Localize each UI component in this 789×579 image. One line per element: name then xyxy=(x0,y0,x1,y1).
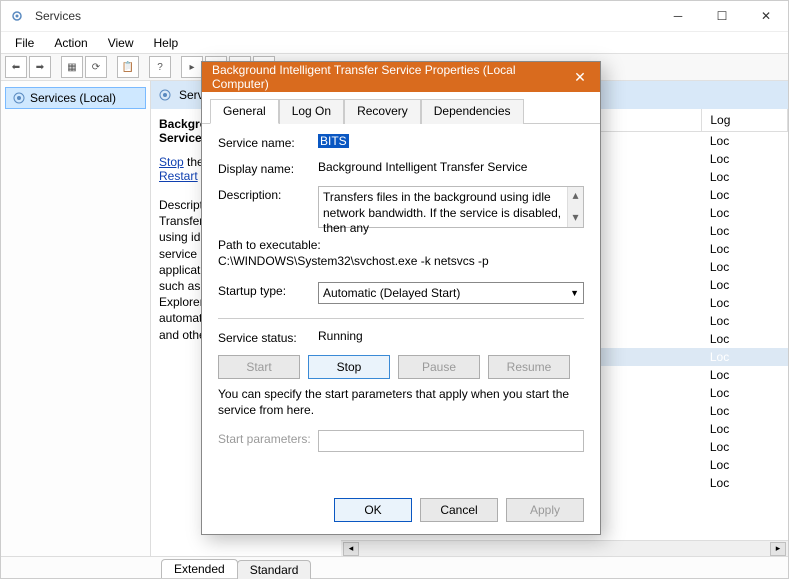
cell-log: Loc xyxy=(702,456,788,474)
scroll-left-icon[interactable]: ◂ xyxy=(343,542,359,556)
status-label: Service status: xyxy=(218,329,318,345)
stop-link[interactable]: Stop xyxy=(159,155,184,169)
window-title: Services xyxy=(25,9,656,23)
chevron-down-icon: ▼ xyxy=(570,288,579,298)
tab-general[interactable]: General xyxy=(210,99,279,124)
gear-icon xyxy=(9,8,25,24)
service-name-value: BITS xyxy=(318,134,349,148)
path-value: C:\WINDOWS\System32\svchost.exe -k netsv… xyxy=(218,254,584,268)
dialog-title: Background Intelligent Transfer Service … xyxy=(212,63,560,91)
startup-type-combo[interactable]: Automatic (Delayed Start) ▼ xyxy=(318,282,584,304)
cell-log: Loc xyxy=(702,330,788,348)
col-logon[interactable]: Log xyxy=(702,109,788,132)
nav-item-label: Services (Local) xyxy=(30,91,116,105)
start-button: Start xyxy=(218,355,300,379)
display-name-label: Display name: xyxy=(218,160,318,176)
cell-log: Loc xyxy=(702,366,788,384)
tab-dependencies[interactable]: Dependencies xyxy=(421,99,524,124)
tab-standard[interactable]: Standard xyxy=(237,560,312,579)
resume-button: Resume xyxy=(488,355,570,379)
description-text: Transfers files in the background using … xyxy=(323,190,561,235)
scroll-down-icon[interactable]: ▾ xyxy=(572,210,578,226)
pause-button: Pause xyxy=(398,355,480,379)
description-label: Description: xyxy=(218,186,318,202)
stop-button[interactable]: Stop xyxy=(308,355,390,379)
menubar: File Action View Help xyxy=(1,31,788,53)
dialog-close-button[interactable]: ✕ xyxy=(560,62,600,92)
cell-log: Loc xyxy=(702,168,788,186)
cell-log: Loc xyxy=(702,474,788,492)
minimize-button[interactable]: ─ xyxy=(656,1,700,31)
status-value: Running xyxy=(318,329,584,343)
cell-log: Loc xyxy=(702,204,788,222)
start-parameters-input[interactable] xyxy=(318,430,584,452)
startup-type-value: Automatic (Delayed Start) xyxy=(323,286,460,300)
service-name-label: Service name: xyxy=(218,134,318,150)
cancel-button[interactable]: Cancel xyxy=(420,498,498,522)
ok-button[interactable]: OK xyxy=(334,498,412,522)
cell-log: Loc xyxy=(702,294,788,312)
scroll-right-icon[interactable]: ▸ xyxy=(770,542,786,556)
apply-button: Apply xyxy=(506,498,584,522)
services-icon xyxy=(157,87,173,103)
cell-log: Loc xyxy=(702,240,788,258)
menu-action[interactable]: Action xyxy=(44,34,97,52)
toolbar-forward-icon[interactable]: ➡ xyxy=(29,56,51,78)
tab-recovery[interactable]: Recovery xyxy=(344,99,421,124)
detail-name-2: Service xyxy=(159,131,202,145)
cell-log: Loc xyxy=(702,438,788,456)
cell-log: Loc xyxy=(702,222,788,240)
description-box[interactable]: Transfers files in the background using … xyxy=(318,186,584,228)
horizontal-scrollbar[interactable]: ◂ ▸ xyxy=(341,540,788,556)
cell-log: Loc xyxy=(702,258,788,276)
maximize-button[interactable]: ☐ xyxy=(700,1,744,31)
cell-log: Loc xyxy=(702,348,788,366)
toolbar-refresh-icon[interactable]: ⟳ xyxy=(85,56,107,78)
restart-link[interactable]: Restart xyxy=(159,169,198,183)
startup-label: Startup type: xyxy=(218,282,318,298)
display-name-value: Background Intelligent Transfer Service xyxy=(318,160,584,174)
tab-logon[interactable]: Log On xyxy=(279,99,344,124)
services-icon xyxy=(12,91,26,105)
cell-log: Loc xyxy=(702,276,788,294)
cell-log: Loc xyxy=(702,312,788,330)
menu-file[interactable]: File xyxy=(5,34,44,52)
params-label: Start parameters: xyxy=(218,430,318,446)
toolbar-back-icon[interactable]: ⬅ xyxy=(5,56,27,78)
close-button[interactable]: ✕ xyxy=(744,1,788,31)
cell-log: Loc xyxy=(702,384,788,402)
toolbar-props-icon[interactable]: ▦ xyxy=(61,56,83,78)
scroll-up-icon[interactable]: ▴ xyxy=(572,188,578,204)
cell-log: Loc xyxy=(702,402,788,420)
nav-services-local[interactable]: Services (Local) xyxy=(5,87,146,109)
menu-view[interactable]: View xyxy=(98,34,144,52)
path-label: Path to executable: xyxy=(218,238,584,252)
menu-help[interactable]: Help xyxy=(144,34,189,52)
cell-log: Loc xyxy=(702,420,788,438)
cell-log: Loc xyxy=(702,150,788,168)
toolbar-play-icon[interactable]: ▸ xyxy=(181,56,203,78)
cell-log: Loc xyxy=(702,186,788,204)
desc-scrollbar[interactable]: ▴▾ xyxy=(567,187,583,227)
bottom-tabs: Extended Standard xyxy=(1,556,788,578)
cell-log: Loc xyxy=(702,132,788,151)
tab-extended[interactable]: Extended xyxy=(161,559,238,578)
toolbar-export-icon[interactable]: 📋 xyxy=(117,56,139,78)
params-hint: You can specify the start parameters tha… xyxy=(218,387,584,418)
nav-tree: Services (Local) xyxy=(1,81,151,556)
toolbar-help-icon[interactable]: ? xyxy=(149,56,171,78)
properties-dialog: Background Intelligent Transfer Service … xyxy=(201,61,601,535)
